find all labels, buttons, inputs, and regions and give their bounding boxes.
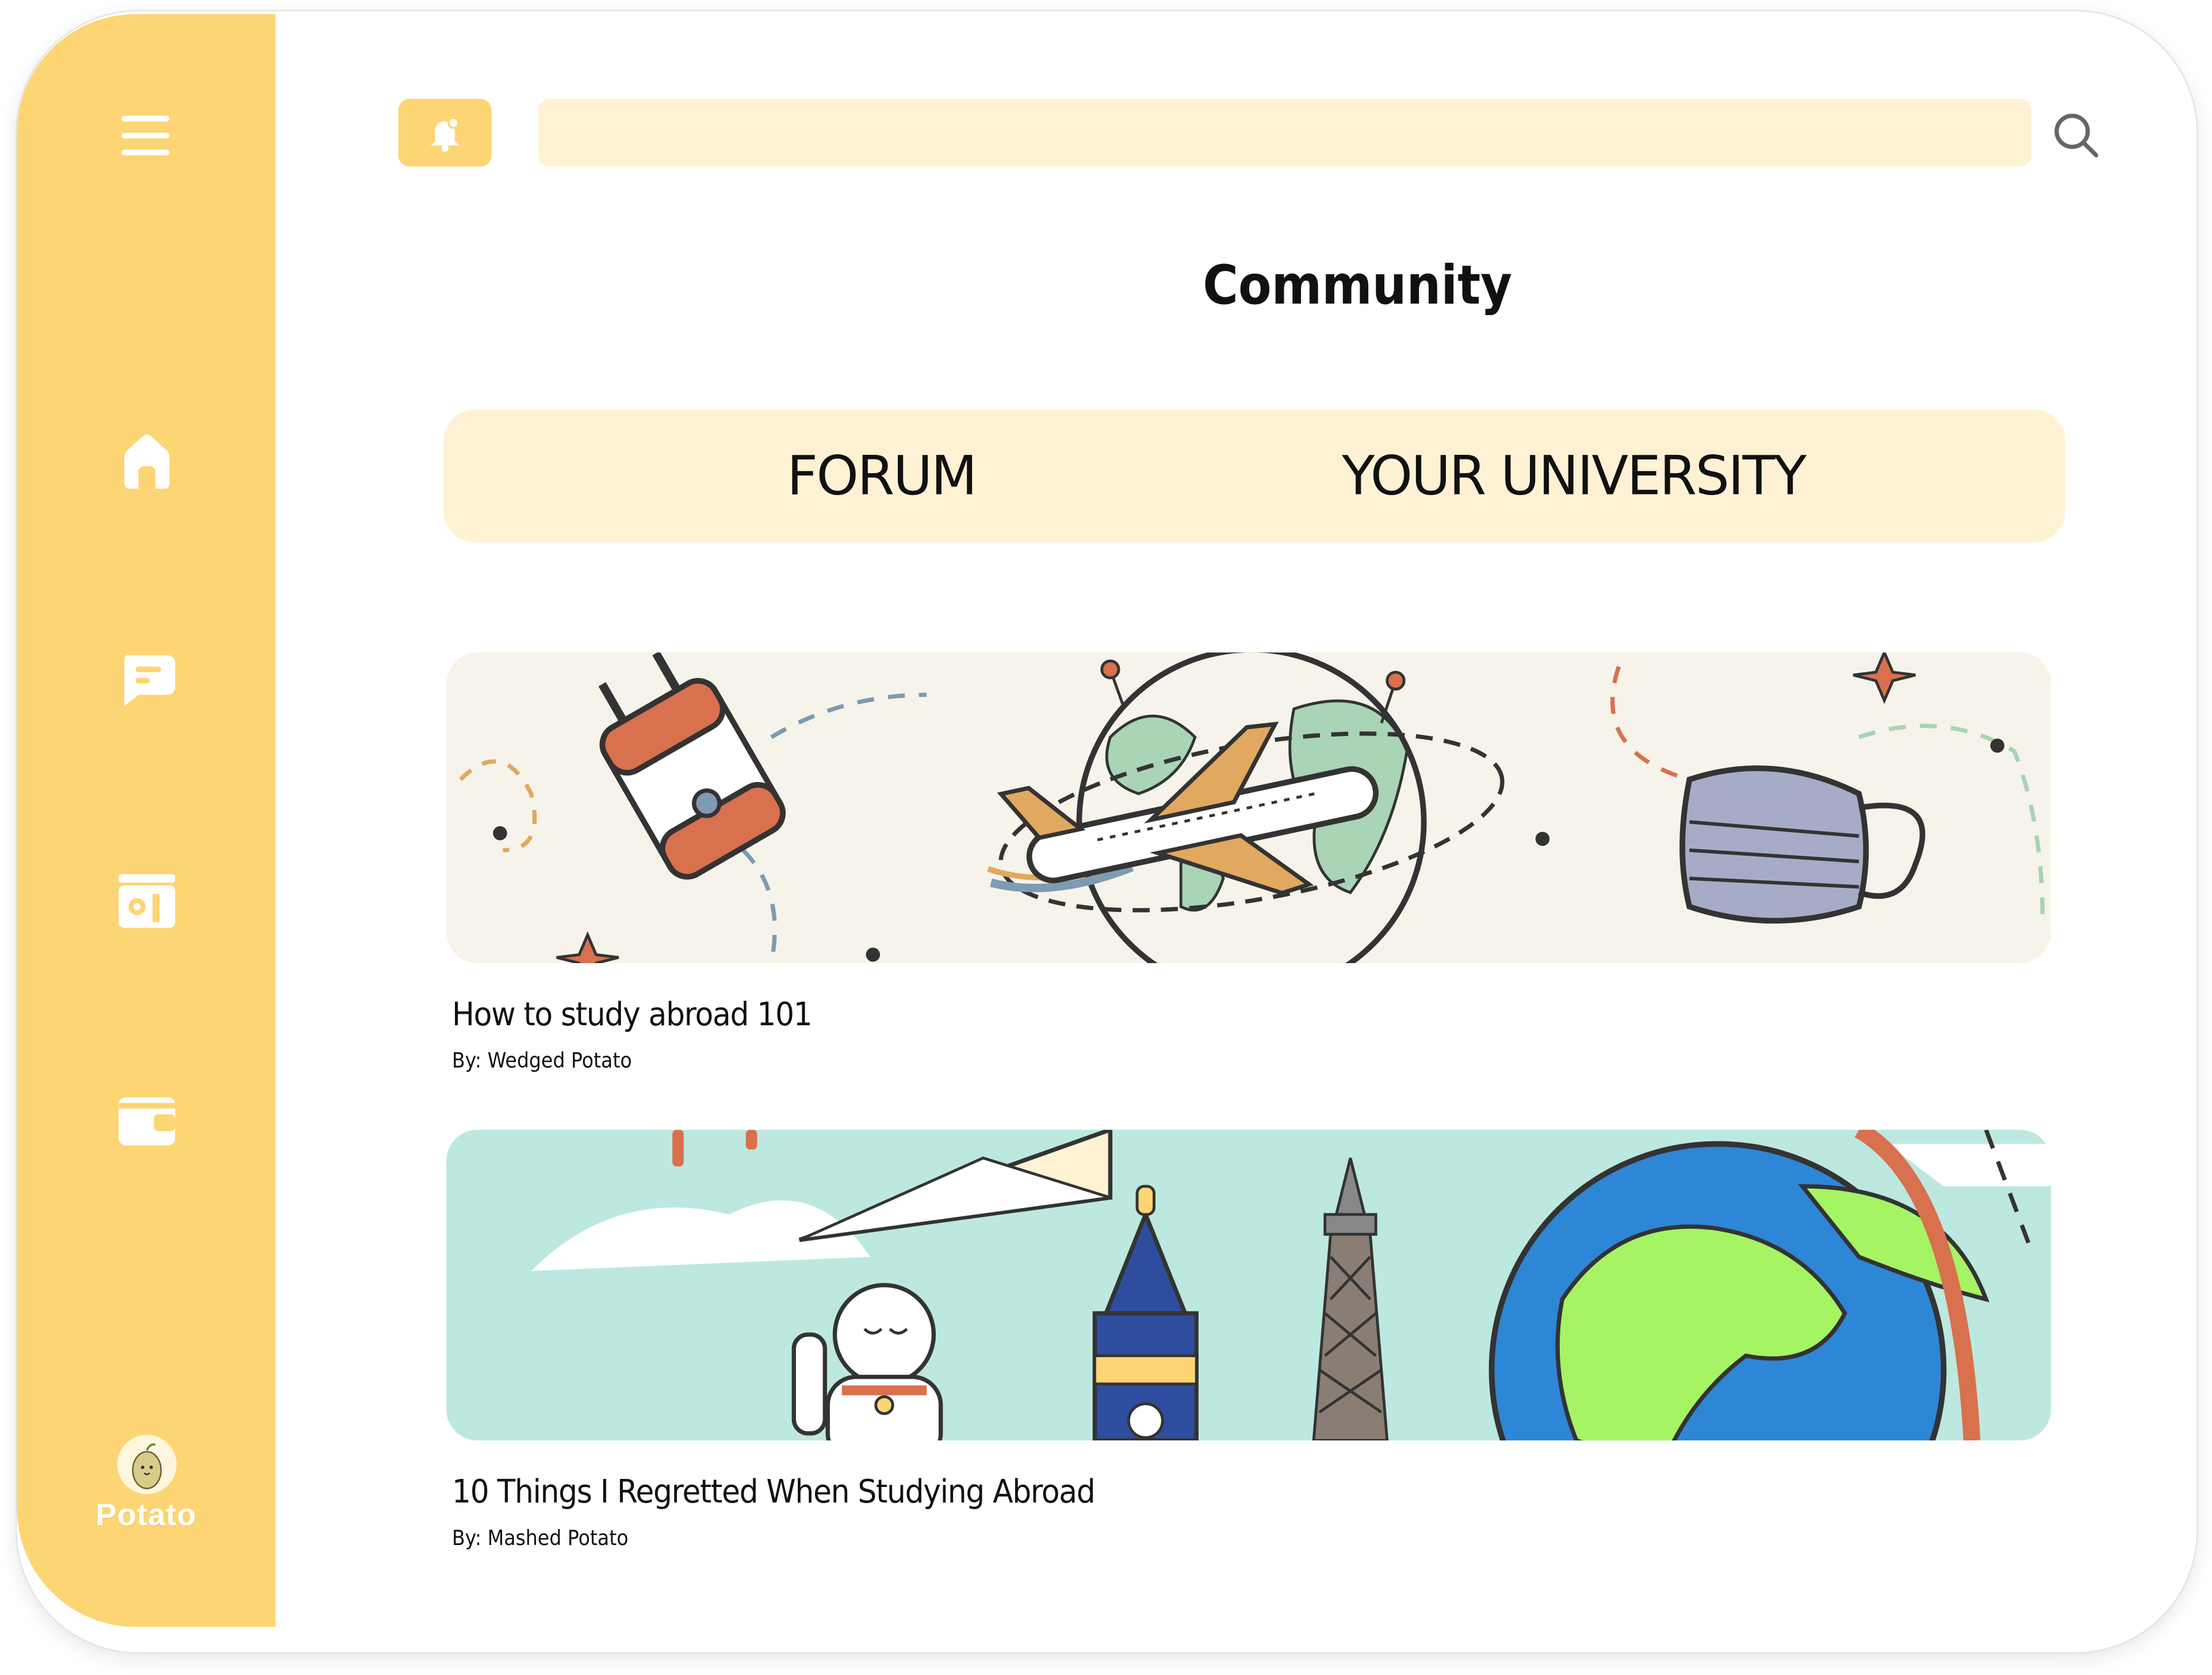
profile[interactable]: Potato — [17, 1435, 275, 1534]
community-tabs: FORUM YOUR UNIVERSITY — [443, 409, 2065, 543]
potato-avatar-icon — [131, 1443, 161, 1489]
world-landmarks-globe-illustration — [531, 1129, 2052, 1441]
post-card-image[interactable] — [446, 1129, 2052, 1441]
magnifier-icon[interactable] — [2051, 110, 2102, 161]
post-title[interactable]: How to study abroad 101 — [452, 997, 813, 1034]
post-title[interactable]: 10 Things I Regretted When Studying Abro… — [452, 1474, 1096, 1511]
search-input[interactable] — [538, 98, 2031, 167]
sidebar-item-home[interactable] — [112, 427, 180, 495]
travel-globe-airplane-illustration — [459, 652, 2045, 963]
tab-forum[interactable]: FORUM — [712, 409, 1051, 542]
page-title: Community — [1203, 254, 1513, 317]
profile-name: Potato — [95, 1497, 197, 1532]
menu-button[interactable] — [112, 102, 180, 170]
bell-icon — [431, 117, 460, 152]
photo-card-icon — [118, 874, 175, 928]
wallet-icon — [118, 1097, 175, 1145]
post-card-image[interactable] — [446, 652, 2052, 963]
avatar — [116, 1435, 176, 1494]
tab-your-university[interactable]: YOUR UNIVERSITY — [1319, 409, 1828, 542]
post-author: By: Wedged Potato — [451, 1048, 632, 1074]
sidebar-item-wallet[interactable] — [112, 1087, 180, 1155]
home-icon — [123, 434, 169, 489]
hamburger-menu-icon — [120, 116, 169, 156]
notification-button[interactable] — [398, 98, 492, 167]
sidebar: Potato — [17, 14, 275, 1627]
sidebar-item-photos[interactable] — [112, 867, 180, 935]
chat-bubble-icon — [123, 655, 175, 706]
post-author: By: Mashed Potato — [451, 1525, 629, 1551]
sidebar-item-chat[interactable] — [112, 647, 180, 715]
